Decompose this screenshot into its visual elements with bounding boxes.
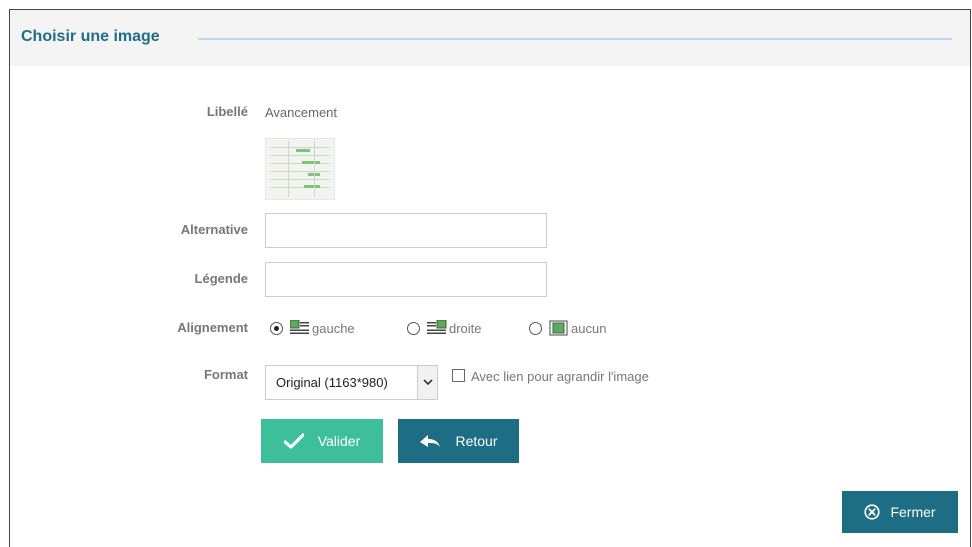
dialog-title: Choisir une image [21, 28, 160, 45]
enlarge-link-checkbox[interactable] [452, 369, 465, 382]
valider-button[interactable]: Valider [261, 419, 383, 463]
align-option-none[interactable]: aucun [529, 320, 606, 336]
fermer-label: Fermer [890, 504, 936, 520]
title-divider [198, 38, 952, 40]
align-none-icon [549, 320, 569, 336]
format-select[interactable]: Original (1163*980) [265, 365, 438, 400]
align-left-radio[interactable] [270, 321, 283, 335]
format-label: Format [203, 367, 248, 382]
legende-input[interactable] [265, 262, 547, 297]
close-circle-icon [864, 504, 881, 520]
align-none-label: aucun [571, 320, 607, 336]
format-selected-value: Original (1163*980) [276, 375, 388, 390]
image-thumbnail [265, 138, 335, 200]
align-option-right[interactable]: droite [407, 319, 482, 336]
align-right-icon [427, 319, 447, 336]
align-right-radio[interactable] [407, 321, 420, 335]
align-option-left[interactable]: gauche [270, 319, 355, 336]
libelle-value: Avancement [265, 105, 338, 120]
libelle-label: Libellé [206, 104, 248, 119]
retour-button[interactable]: Retour [398, 419, 519, 463]
align-left-label: gauche [312, 320, 355, 336]
align-left-icon [289, 319, 310, 336]
legende-label: Légende [194, 271, 248, 286]
valider-label: Valider [317, 433, 361, 449]
dialog-header: Choisir une image [10, 10, 970, 66]
fermer-button[interactable]: Fermer [842, 491, 958, 533]
align-right-label: droite [449, 320, 482, 336]
check-icon [283, 433, 304, 449]
back-arrow-icon [419, 433, 441, 449]
alignement-label: Alignement [177, 320, 248, 335]
chevron-down-icon[interactable] [417, 366, 437, 399]
image-picker-dialog: Choisir une image Libellé Avancement Alt… [9, 9, 971, 547]
alternative-label: Alternative [180, 222, 248, 237]
enlarge-link-label: Avec lien pour agrandir l'image [471, 369, 649, 384]
retour-label: Retour [455, 433, 498, 449]
alternative-input[interactable] [265, 213, 547, 248]
align-none-radio[interactable] [529, 321, 542, 335]
